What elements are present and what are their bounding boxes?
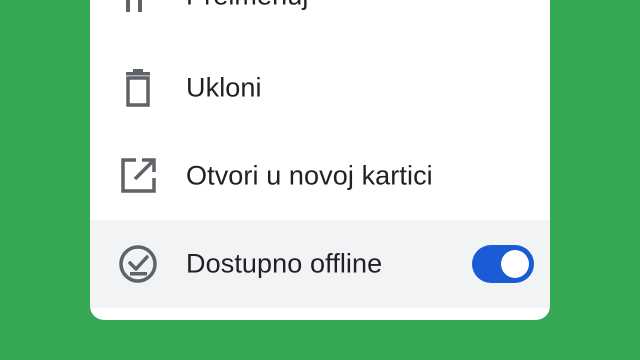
menu-item-label: Preimenuj xyxy=(186,0,308,12)
context-menu: Preimenuj Ukloni Otvori u novoj kartici xyxy=(90,0,550,320)
toggle-knob xyxy=(501,250,529,278)
menu-item-available-offline[interactable]: Dostupno offline xyxy=(90,220,550,308)
open-in-new-icon xyxy=(118,156,158,196)
rename-icon xyxy=(118,0,158,16)
menu-item-open-new-tab[interactable]: Otvori u novoj kartici xyxy=(90,132,550,220)
menu-item-label: Dostupno offline xyxy=(186,248,383,279)
menu-item-label: Ukloni xyxy=(186,72,262,103)
offline-check-icon xyxy=(118,244,158,284)
trash-icon xyxy=(118,68,158,108)
offline-toggle[interactable] xyxy=(472,245,534,283)
menu-item-rename[interactable]: Preimenuj xyxy=(90,0,550,40)
menu-item-remove[interactable]: Ukloni xyxy=(90,44,550,132)
menu-item-label: Otvori u novoj kartici xyxy=(186,160,433,191)
